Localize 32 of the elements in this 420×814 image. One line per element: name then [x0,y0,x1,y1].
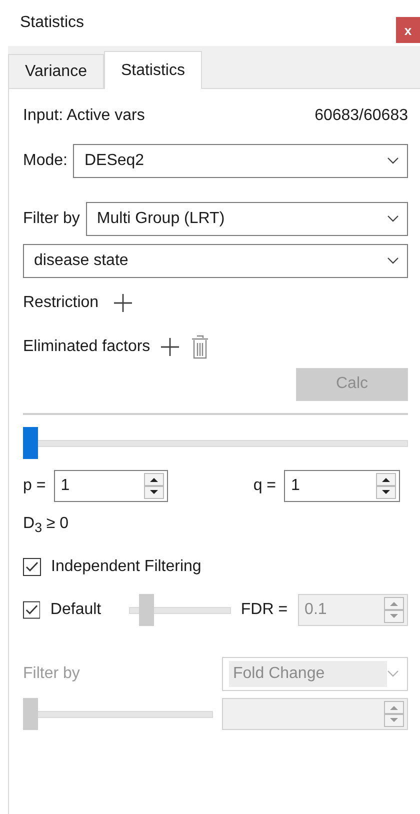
q-label: q = [253,477,276,495]
mode-label: Mode: [23,152,68,170]
input-label: Input: Active vars [23,107,145,125]
d3-condition: D$_{3}$ ≥ 0 [23,514,69,536]
mode-dropdown[interactable]: DESeq2 [73,144,408,178]
fdr-label: FDR = [240,601,288,619]
chevron-down-icon [387,215,399,223]
spin-arrows-icon[interactable] [376,473,396,499]
add-icon[interactable] [160,337,180,357]
fold-filter-label: Filter by [23,665,80,683]
slider-thumb[interactable] [23,427,38,459]
restriction-label: Restriction [23,294,99,312]
spin-arrows-icon[interactable] [144,473,164,499]
trash-icon[interactable] [190,335,210,359]
eliminated-factors-label: Eliminated factors [23,338,150,356]
factor-dropdown[interactable]: disease state [23,244,408,278]
p-label: p = [23,477,46,495]
checkbox[interactable] [23,558,41,576]
tab[interactable]: Variance [8,54,104,88]
chevron-down-icon [387,670,399,678]
variable-count: 60683/60683 [314,107,408,125]
tab[interactable]: Statistics [104,51,202,89]
chevron-down-icon [387,257,399,265]
window-title: Statistics [20,14,84,32]
add-icon[interactable] [112,293,133,313]
close-button[interactable]: x [396,17,420,43]
p-spinbox[interactable]: 1 [54,470,168,502]
q-spinbox[interactable]: 1 [284,470,400,502]
independent-filtering-label[interactable]: Independent Filtering [51,558,202,576]
chevron-down-icon [387,157,399,165]
filter-dropdown[interactable]: Multi Group (LRT) [86,202,408,236]
filter-label: Filter by [23,210,80,228]
